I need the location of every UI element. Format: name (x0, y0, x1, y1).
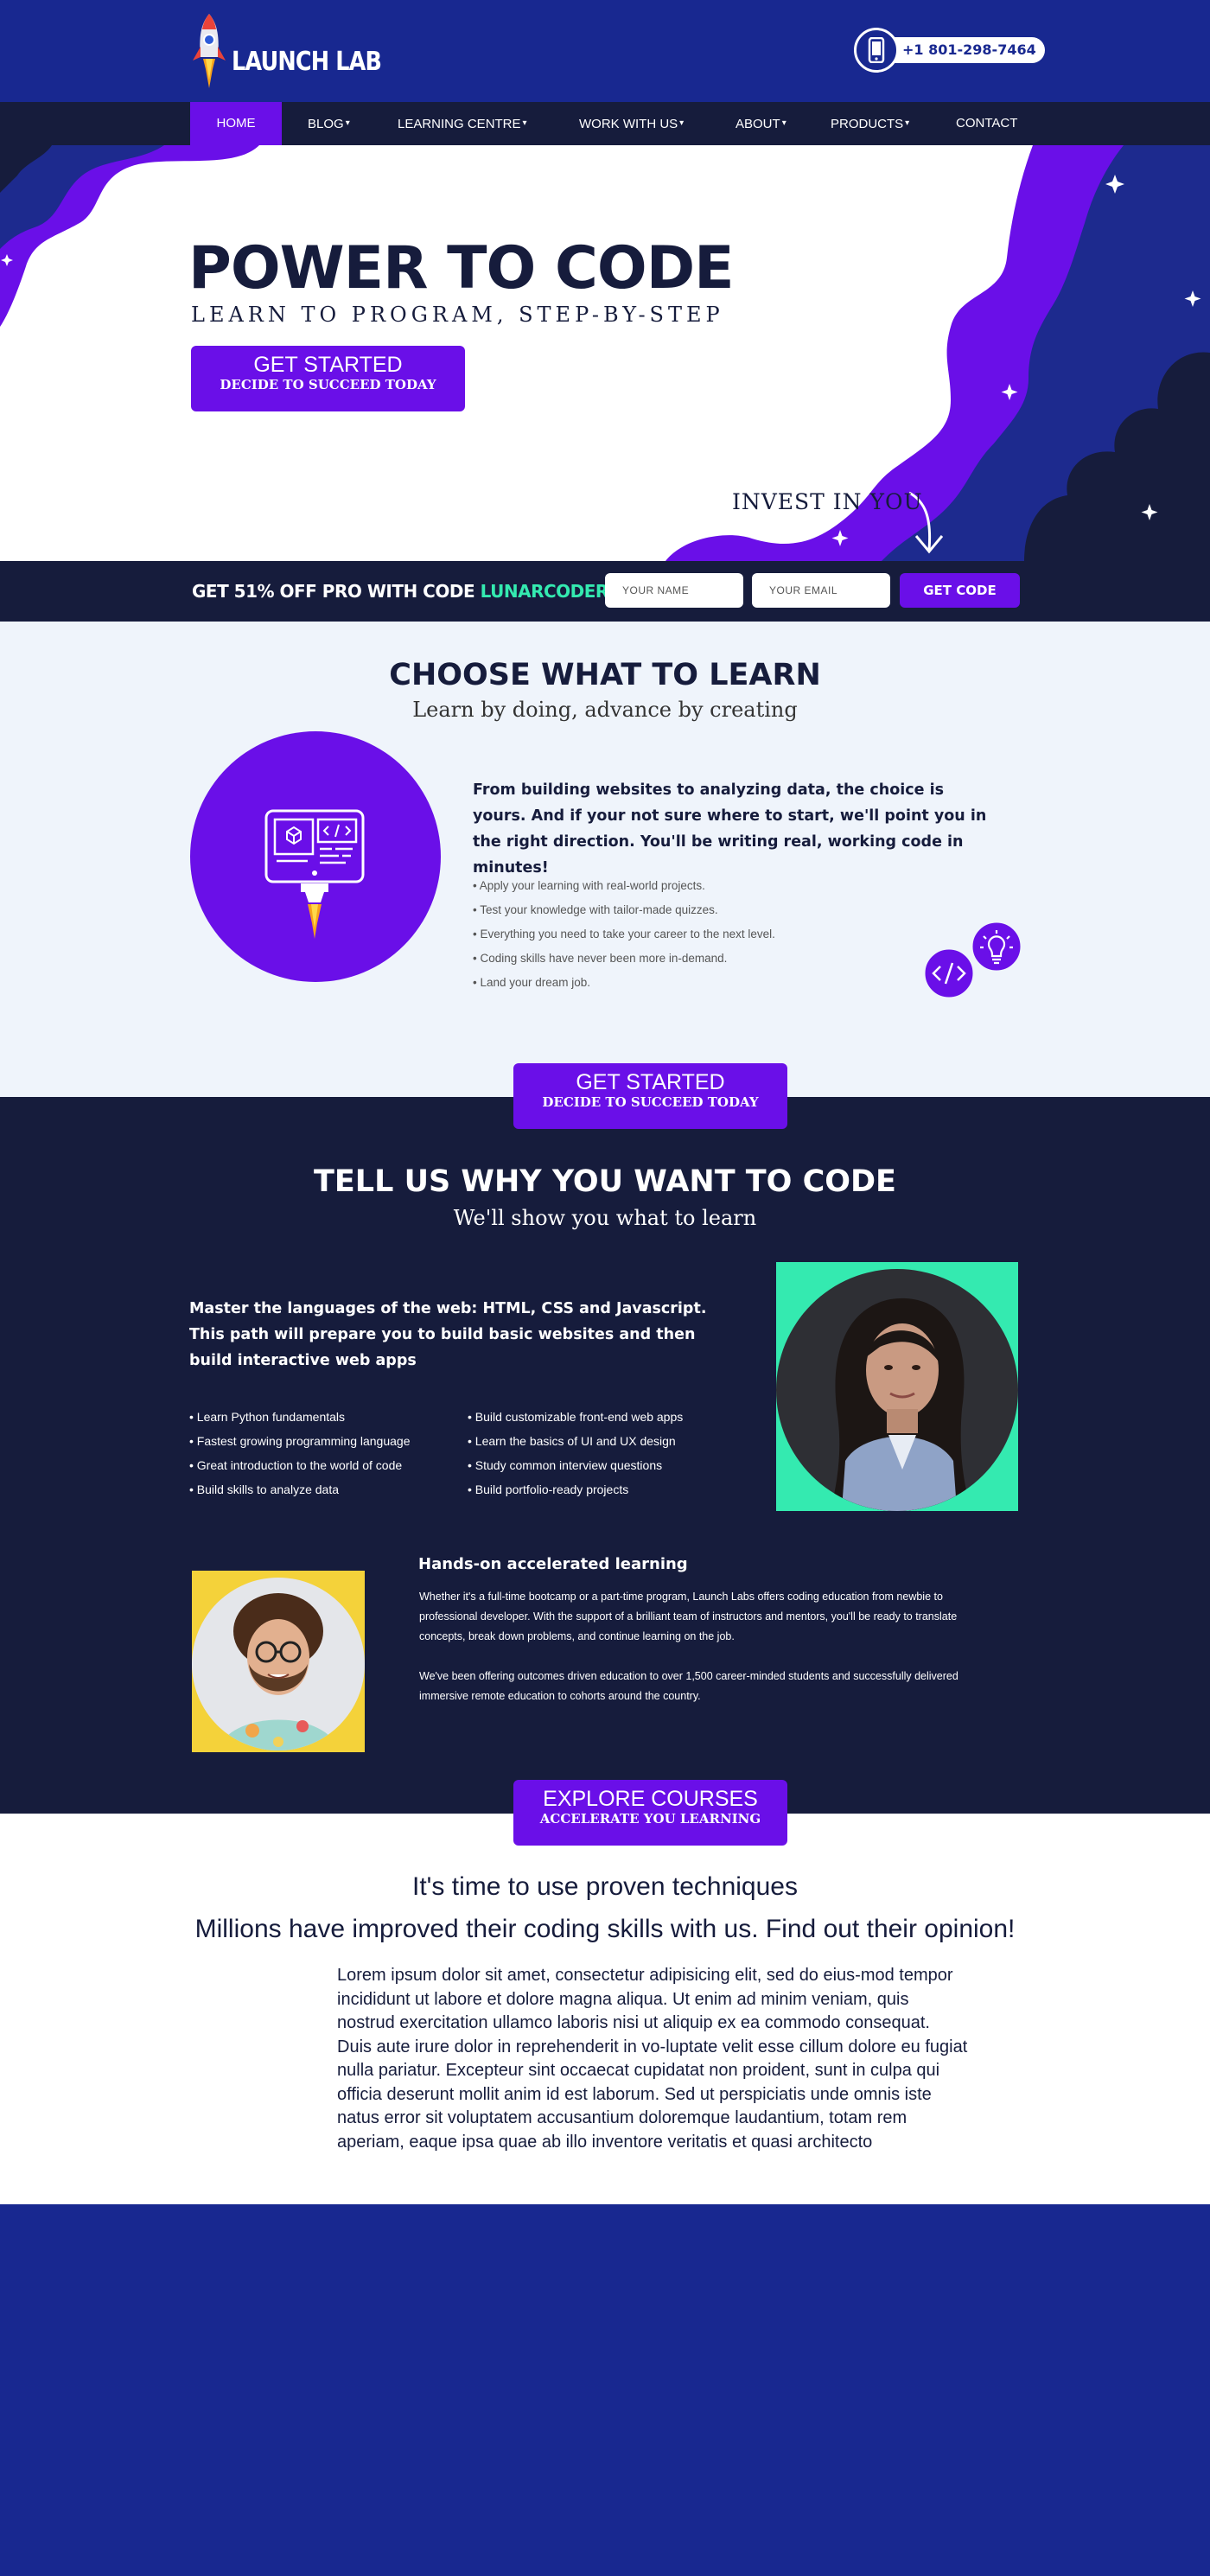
list-item: • Fastest growing programming language (189, 1434, 411, 1448)
name-input[interactable] (605, 573, 743, 608)
hands-on-paragraph-2: We've been offering outcomes driven educ… (419, 1670, 958, 1702)
choose-lead-text: From building websites to analyzing data… (473, 781, 987, 877)
nav-products[interactable]: PRODUCTS ▾ (831, 102, 909, 145)
list-item: • Everything you need to take your caree… (473, 928, 775, 940)
choose-title: CHOOSE WHAT TO LEARN (389, 658, 821, 692)
promo-code: LUNARCODER (480, 581, 609, 602)
phone-number: +1 801-298-7464 (880, 37, 1045, 63)
cta-sublabel: DECIDE TO SUCCEED TODAY (220, 377, 436, 392)
cta-label: EXPLORE COURSES (543, 1787, 758, 1811)
logo[interactable]: LAUNCH LAB (190, 12, 408, 95)
list-item: • Land your dream job. (473, 976, 591, 989)
list-item: • Test your knowledge with tailor-made q… (473, 903, 718, 916)
list-item: • Learn Python fundamentals (189, 1410, 346, 1424)
list-item: • Build portfolio-ready projects (468, 1482, 629, 1496)
testimonials-section: It's time to use proven techniques Milli… (0, 1814, 1210, 2204)
invest-label: INVEST IN YOU (732, 489, 923, 514)
nav-blog[interactable]: BLOG ▾ (308, 102, 350, 145)
list-item: • Apply your learning with real-world pr… (473, 879, 705, 892)
list-item: • Build customizable front-end web apps (468, 1410, 684, 1424)
hero-subtitle: LEARN TO PROGRAM, STEP-BY-STEP (191, 303, 724, 327)
phone-icon (854, 28, 899, 73)
top-bar: LAUNCH LAB +1 801-298-7464 (0, 0, 1210, 102)
get-started-button[interactable]: GET STARTED DECIDE TO SUCCEED TODAY (191, 346, 465, 411)
choose-subtitle: Learn by doing, advance by creating (412, 698, 798, 722)
testimonials-subheading: Millions have improved their coding skil… (194, 1915, 1016, 1943)
nav-home[interactable]: HOME (190, 102, 282, 145)
code-idea-icons (923, 921, 1022, 999)
testimonials-heading: It's time to use proven techniques (412, 1872, 798, 1901)
chevron-down-icon: ▾ (781, 118, 786, 128)
footer-area (0, 2204, 1210, 2576)
get-code-button[interactable]: GET CODE (900, 573, 1020, 608)
list-item: • Learn the basics of UI and UX design (468, 1434, 676, 1448)
choose-benefits-list: • Apply your learning with real-world pr… (473, 874, 775, 995)
why-section: TELL US WHY YOU WANT TO CODE We'll show … (0, 1097, 1210, 1814)
choose-section: CHOOSE WHAT TO LEARN Learn by doing, adv… (0, 622, 1210, 1097)
nav-work-with-us[interactable]: WORK WITH US ▾ (579, 102, 684, 145)
promo-bar: GET 51% OFF PRO WITH CODE LUNARCODER GET… (0, 561, 1210, 622)
cta-label: GET STARTED (253, 353, 403, 377)
student-photo-woman (776, 1262, 1018, 1511)
email-input[interactable] (752, 573, 890, 608)
testimonial-text: Lorem ipsum dolor sit amet, consectetur … (337, 1966, 968, 2152)
cta-label: GET STARTED (576, 1070, 725, 1094)
hero-section: POWER TO CODE LEARN TO PROGRAM, STEP-BY-… (0, 145, 1210, 561)
chevron-down-icon: ▾ (522, 118, 527, 128)
hero-title: POWER TO CODE (188, 234, 735, 303)
why-subtitle: We'll show you what to learn (453, 1206, 757, 1230)
hero-wave-illustration (0, 145, 1210, 561)
logo-text: LAUNCH LAB (232, 46, 382, 77)
chevron-down-icon: ▾ (679, 118, 685, 128)
hands-on-paragraph-1: Whether it's a full-time bootcamp or a p… (419, 1591, 958, 1642)
get-started-button-2[interactable]: GET STARTED DECIDE TO SUCCEED TODAY (513, 1063, 787, 1129)
why-lead-text: Master the languages of the web: HTML, C… (189, 1300, 707, 1369)
list-item: • Great introduction to the world of cod… (189, 1458, 403, 1472)
monitor-code-icon (264, 809, 365, 939)
rocket-icon (193, 14, 226, 88)
explore-courses-button[interactable]: EXPLORE COURSES ACCELERATE YOU LEARNING (513, 1780, 787, 1846)
list-item: • Build skills to analyze data (189, 1482, 339, 1496)
promo-text: GET 51% OFF PRO WITH CODE LUNARCODER (192, 581, 608, 602)
hands-on-heading: Hands-on accelerated learning (418, 1555, 688, 1573)
cta-sublabel: DECIDE TO SUCCEED TODAY (542, 1094, 759, 1110)
why-list-left: • Learn Python fundamentals • Fastest gr… (189, 1405, 410, 1502)
chevron-down-icon: ▾ (345, 118, 350, 128)
nav-about[interactable]: ABOUT ▾ (736, 102, 786, 145)
learning-circle (190, 731, 441, 982)
cta-sublabel: ACCELERATE YOU LEARNING (539, 1811, 761, 1827)
list-item: • Coding skills have never been more in-… (473, 952, 728, 965)
why-title: TELL US WHY YOU WANT TO CODE (314, 1164, 896, 1199)
list-item: • Study common interview questions (468, 1458, 663, 1472)
phone-link[interactable]: +1 801-298-7464 (854, 28, 1045, 73)
why-list-right: • Build customizable front-end web apps … (468, 1405, 683, 1502)
chevron-down-icon: ▾ (905, 118, 910, 128)
nav-contact[interactable]: CONTACT (956, 102, 1017, 145)
student-photo-man (192, 1571, 365, 1752)
nav-learning-centre[interactable]: LEARNING CENTRE ▾ (398, 102, 527, 145)
main-nav: HOME BLOG ▾ LEARNING CENTRE ▾ WORK WITH US… (0, 102, 1210, 145)
page: LAUNCH LAB +1 801-298-7464 HOME BLOG ▾ LE… (0, 0, 1210, 2576)
